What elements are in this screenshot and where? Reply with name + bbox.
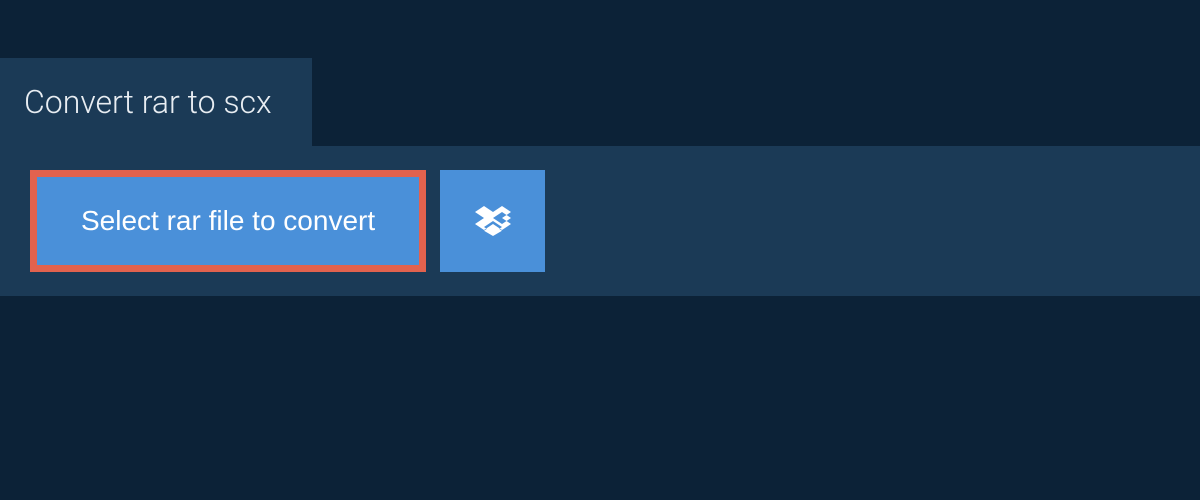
dropbox-button[interactable] [440, 170, 545, 272]
select-file-label: Select rar file to convert [81, 205, 375, 237]
tab-header: Convert rar to scx [0, 58, 312, 146]
button-row: Select rar file to convert [30, 170, 1170, 272]
content-panel: Select rar file to convert [0, 146, 1200, 296]
tab-title: Convert rar to scx [24, 83, 272, 121]
select-file-button[interactable]: Select rar file to convert [30, 170, 426, 272]
dropbox-icon [475, 203, 511, 239]
